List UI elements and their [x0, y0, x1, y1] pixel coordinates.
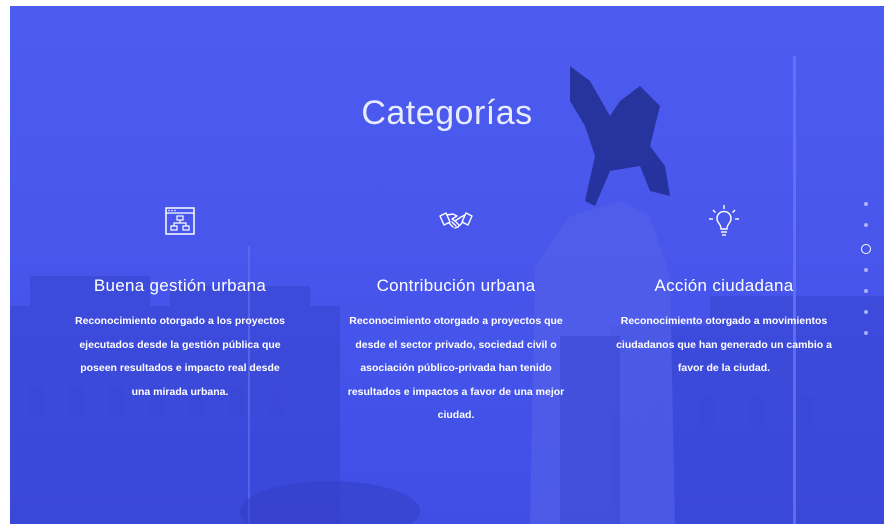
page-dot[interactable]	[864, 331, 868, 335]
category-title: Acción ciudadana	[654, 276, 794, 295]
page-navigation-dots	[859, 202, 873, 352]
page-dot[interactable]	[861, 244, 871, 254]
lightbulb-icon	[709, 205, 739, 236]
category-title: Buena gestión urbana	[93, 276, 267, 295]
category-description: Reconocimiento otorgado a movimientos ci…	[616, 315, 832, 374]
category-card: Buena gestión urbana Reconocimiento otor…	[50, 202, 310, 404]
category-description: Reconocimiento otorgado a los proyectos …	[74, 315, 286, 398]
page-dot[interactable]	[864, 310, 868, 314]
handshake-icon	[439, 212, 473, 229]
page-dot[interactable]	[864, 268, 868, 272]
org-chart-window-icon	[165, 207, 195, 235]
categories-section: Categorías Buena gestión urbana Reconoci…	[10, 6, 884, 524]
category-title: Contribución urbana	[376, 276, 536, 295]
section-title: Categorías	[361, 94, 533, 132]
page-dot[interactable]	[864, 202, 868, 206]
page-dot[interactable]	[864, 289, 868, 293]
category-card: Acción ciudadana Reconocimiento otorgado…	[594, 202, 854, 381]
category-card: Contribución urbana Reconocimiento otorg…	[326, 202, 586, 428]
category-description: Reconocimiento otorgado a proyectos que …	[347, 315, 565, 421]
page-dot[interactable]	[864, 223, 868, 227]
